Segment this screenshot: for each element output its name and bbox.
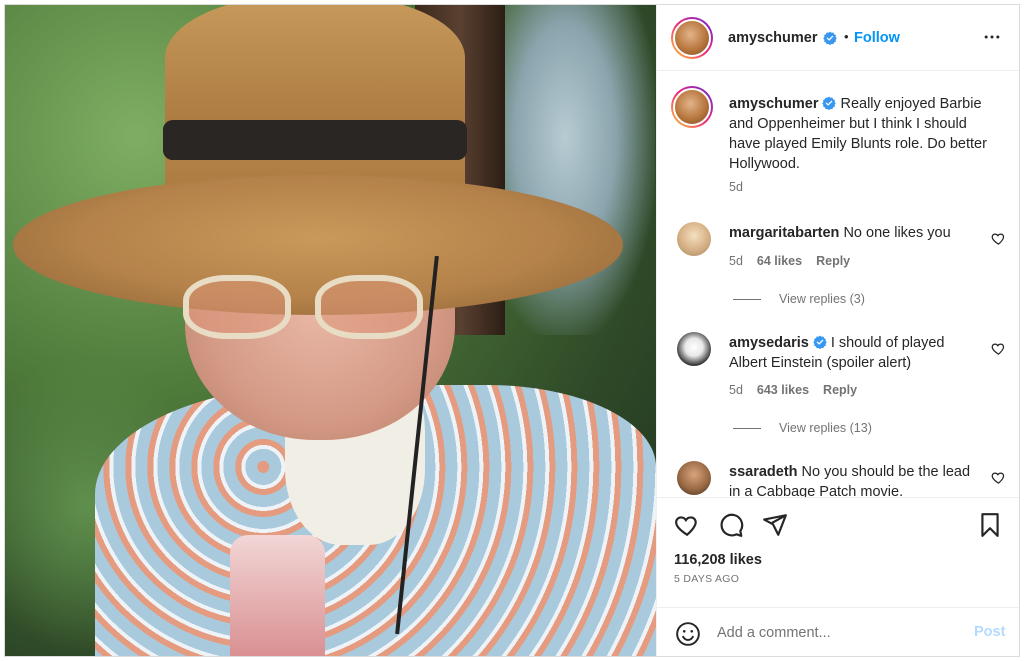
commenter-username[interactable]: margaritabarten	[729, 225, 839, 241]
commenter-avatar[interactable]	[677, 332, 711, 366]
view-replies-label: View replies (13)	[779, 421, 872, 435]
reply-button[interactable]: Reply	[823, 383, 857, 397]
post-comment-button[interactable]: Post	[974, 624, 1005, 640]
like-comment-heart-icon[interactable]	[991, 470, 1006, 485]
like-comment-heart-icon[interactable]	[991, 341, 1006, 356]
comment-text: No one likes you	[843, 225, 951, 241]
verified-badge-icon	[822, 96, 837, 110]
bookmark-icon[interactable]	[977, 512, 1003, 538]
comment-likes[interactable]: 64 likes	[757, 254, 802, 268]
comments-list[interactable]: amyschumer Really enjoyed Barbie and Oppe…	[657, 72, 1019, 497]
comment-composer: Post	[657, 607, 1019, 656]
comment-input[interactable]	[717, 622, 957, 644]
instagram-post: amyschumer • Follow amyschumer Really enj…	[4, 4, 1020, 657]
commenter-avatar[interactable]	[677, 461, 711, 495]
verified-badge-icon	[813, 335, 827, 349]
post-side-panel: amyschumer • Follow amyschumer Really enj…	[656, 5, 1019, 656]
comment-age: 5d	[729, 383, 743, 397]
like-comment-heart-icon[interactable]	[991, 231, 1006, 246]
post-photo[interactable]	[5, 5, 656, 656]
commenter-username[interactable]: amysedaris	[729, 335, 809, 351]
commenter-username[interactable]: ssaradeth	[729, 464, 798, 480]
more-options-icon[interactable]	[981, 27, 1003, 47]
view-replies-button[interactable]: View replies (3)	[733, 292, 865, 306]
post-actions: 116,208 likes 5 DAYS AGO	[657, 497, 1019, 607]
post-timestamp: 5 DAYS AGO	[674, 573, 740, 585]
author-username[interactable]: amyschumer	[728, 30, 817, 46]
commenter-avatar[interactable]	[677, 222, 711, 256]
reply-button[interactable]: Reply	[816, 254, 850, 268]
post-caption: amyschumer Really enjoyed Barbie and Oppe…	[729, 94, 995, 174]
separator-dot: •	[844, 29, 849, 44]
comment-icon[interactable]	[718, 512, 744, 538]
comment-likes[interactable]: 643 likes	[757, 383, 809, 397]
author-avatar[interactable]	[671, 17, 713, 59]
view-replies-label: View replies (3)	[779, 292, 865, 306]
comment-age: 5d	[729, 254, 743, 268]
comment: margaritabarten No one likes you	[729, 223, 979, 243]
view-replies-button[interactable]: View replies (13)	[733, 421, 872, 435]
comment-meta: 5d 64 likes Reply	[729, 254, 850, 268]
likes-count[interactable]: 116,208 likes	[674, 552, 762, 568]
heart-icon[interactable]	[674, 512, 700, 538]
post-header: amyschumer • Follow	[657, 5, 1019, 71]
caption-avatar[interactable]	[671, 86, 713, 128]
caption-username[interactable]: amyschumer	[729, 96, 818, 112]
caption-age: 5d	[729, 180, 743, 194]
comment-meta: 5d 643 likes Reply	[729, 383, 857, 397]
emoji-icon[interactable]	[675, 621, 701, 647]
follow-button[interactable]: Follow	[854, 30, 900, 46]
verified-badge-icon	[823, 31, 837, 45]
share-icon[interactable]	[762, 512, 788, 538]
comment: amysedaris I should of played Albert Eins…	[729, 333, 979, 373]
comment: ssaradeth No you should be the lead in a…	[729, 462, 979, 497]
